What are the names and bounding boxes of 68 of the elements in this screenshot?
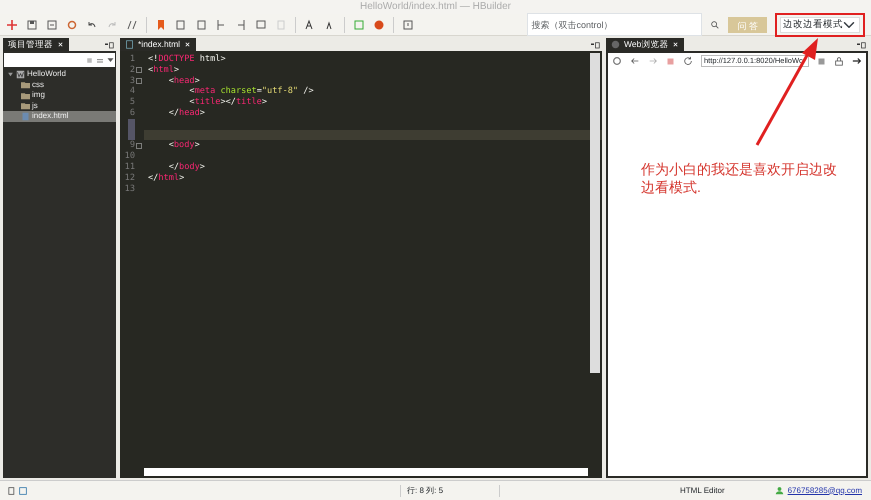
- branch-icon[interactable]: [235, 18, 247, 30]
- filter-field[interactable]: [4, 53, 115, 67]
- save-icon[interactable]: [26, 18, 38, 30]
- file-icon: [125, 40, 134, 49]
- code-line: <body>: [168, 140, 200, 150]
- format-icon[interactable]: [126, 18, 138, 30]
- editor-type: HTML Editor: [680, 484, 725, 496]
- code-line: <title></title>: [188, 97, 268, 108]
- editor-tab[interactable]: *index.html: [120, 38, 196, 51]
- caret-icon[interactable]: [106, 56, 115, 64]
- document-icon[interactable]: [175, 18, 187, 30]
- line-number: 9: [130, 140, 135, 152]
- line-number: 4: [130, 86, 135, 98]
- browser-tab[interactable]: Web浏览器: [606, 38, 684, 51]
- close-icon[interactable]: [57, 41, 64, 48]
- cursor-position: 行: 8 列: 5: [407, 484, 444, 496]
- annotation-text: 作为小白的我还是喜欢开启边改边看模式.: [641, 160, 838, 196]
- document-icon[interactable]: [195, 18, 207, 30]
- search-field[interactable]: 搜索（双击control）: [527, 12, 702, 36]
- fold-icon[interactable]: [136, 142, 142, 149]
- close-icon[interactable]: [672, 41, 680, 48]
- close-icon[interactable]: [184, 41, 192, 48]
- line-number: 12: [124, 172, 135, 184]
- window-title: HelloWorld/index.html — HBuilder: [0, 0, 871, 14]
- bookmark-icon[interactable]: [155, 18, 167, 30]
- code-line: </head>: [168, 108, 205, 118]
- branch-icon[interactable]: [215, 18, 227, 30]
- horizontal-scrollbar[interactable]: [144, 468, 588, 476]
- code-line: </body>: [168, 162, 205, 172]
- code-line: <meta charset="utf-8" />: [188, 86, 314, 96]
- info-icon[interactable]: [402, 18, 414, 30]
- back-icon[interactable]: [630, 56, 640, 66]
- code-line: </html>: [148, 172, 184, 183]
- search-icon[interactable]: [710, 20, 720, 30]
- line-number: 6: [130, 108, 135, 119]
- account-link[interactable]: 676758285@qq.com: [788, 484, 862, 496]
- reload-icon[interactable]: [683, 56, 693, 66]
- lock-icon[interactable]: [834, 56, 844, 66]
- tree-item[interactable]: css: [3, 80, 116, 90]
- window-controls-icon[interactable]: [589, 42, 602, 51]
- line-number: 5: [130, 97, 135, 108]
- code-editor[interactable]: 1 <!DOCTYPE html> 2 <html> 3 <head> 4 <meta charset="utf-8" /> 5 <title></title> 6 </head> 9 <body> 10 11 </body> 12 </html> 13: [120, 51, 602, 478]
- line-number: 2: [130, 64, 135, 76]
- panel-tab[interactable]: 项目管理器: [3, 38, 69, 51]
- project-icon: [16, 70, 25, 79]
- expanded-icon[interactable]: [7, 70, 14, 78]
- tree-item[interactable]: HelloWorld: [3, 69, 116, 80]
- tree-item[interactable]: js: [3, 100, 116, 111]
- file-icon: [21, 112, 30, 121]
- tree-item[interactable]: index.html: [3, 111, 116, 122]
- line-number: 1: [130, 54, 135, 65]
- vertical-scrollbar[interactable]: [590, 53, 600, 373]
- globe-icon: [611, 40, 620, 49]
- line-number: 13: [124, 184, 135, 194]
- line-number: 3: [130, 76, 135, 86]
- window-controls-icon[interactable]: [103, 42, 116, 51]
- line-number: 11: [124, 162, 135, 173]
- mode-select[interactable]: 边改边看模式: [780, 16, 860, 32]
- window-controls-icon[interactable]: [855, 42, 868, 51]
- code-line: <html>: [148, 64, 180, 75]
- arrow-right-icon[interactable]: [852, 56, 862, 66]
- plus-icon[interactable]: [6, 18, 18, 30]
- line-number: 10: [124, 151, 135, 162]
- person-icon: [774, 486, 784, 495]
- code-line: <!DOCTYPE html>: [148, 54, 226, 64]
- save-all-icon[interactable]: [46, 18, 58, 30]
- tree-item[interactable]: img: [3, 90, 116, 100]
- code-line: <head>: [168, 76, 200, 86]
